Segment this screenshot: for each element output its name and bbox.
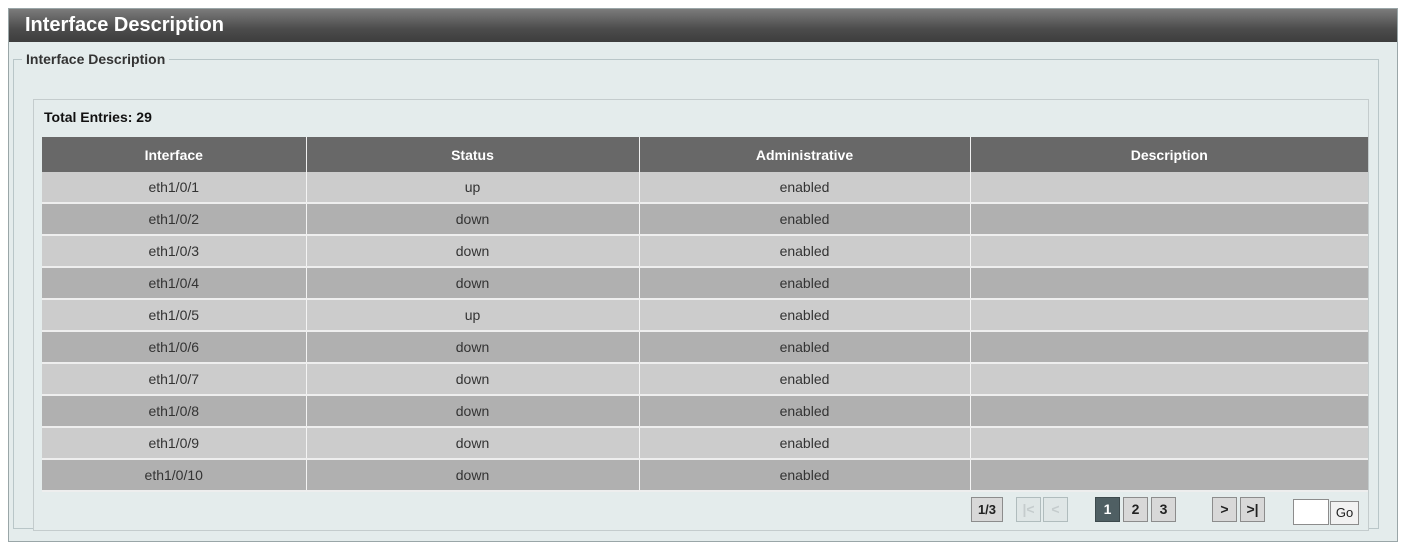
table-row: eth1/0/1 up enabled (42, 172, 1368, 204)
cell-interface: eth1/0/3 (42, 235, 307, 268)
table-row: eth1/0/9 down enabled (42, 427, 1368, 460)
cell-status: down (306, 331, 640, 364)
cell-interface: eth1/0/9 (42, 427, 307, 460)
cell-description (970, 235, 1368, 268)
table-row: eth1/0/10 down enabled (42, 459, 1368, 492)
total-entries: Total Entries: 29 (44, 109, 152, 125)
cell-interface: eth1/0/1 (42, 172, 307, 204)
cell-description (970, 395, 1368, 428)
table-row: eth1/0/3 down enabled (42, 235, 1368, 268)
cell-status: down (306, 363, 640, 396)
cell-description (970, 203, 1368, 236)
go-page-input[interactable] (1293, 499, 1329, 525)
table-row: eth1/0/5 up enabled (42, 299, 1368, 332)
cell-status: down (306, 235, 640, 268)
page-2-button[interactable]: 2 (1123, 497, 1148, 522)
table-row: eth1/0/8 down enabled (42, 395, 1368, 428)
cell-interface: eth1/0/2 (42, 203, 307, 236)
cell-interface: eth1/0/8 (42, 395, 307, 428)
first-page-button[interactable]: |< (1016, 497, 1041, 522)
page-indicator: 1/3 (971, 497, 1003, 522)
next-page-button[interactable]: > (1212, 497, 1237, 522)
cell-administrative: enabled (639, 203, 971, 236)
cell-status: down (306, 203, 640, 236)
table-row: eth1/0/6 down enabled (42, 331, 1368, 364)
cell-description (970, 363, 1368, 396)
cell-description (970, 331, 1368, 364)
column-header-description: Description (970, 137, 1368, 172)
column-header-status: Status (306, 137, 640, 172)
cell-interface: eth1/0/5 (42, 299, 307, 332)
table-row: eth1/0/7 down enabled (42, 363, 1368, 396)
cell-status: down (306, 427, 640, 460)
page-title: Interface Description (9, 9, 1397, 42)
cell-description (970, 299, 1368, 332)
page-1-button[interactable]: 1 (1095, 497, 1120, 522)
last-page-button[interactable]: >| (1240, 497, 1265, 522)
cell-administrative: enabled (639, 363, 971, 396)
cell-administrative: enabled (639, 331, 971, 364)
cell-administrative: enabled (639, 395, 971, 428)
cell-interface: eth1/0/4 (42, 267, 307, 300)
cell-status: up (306, 299, 640, 332)
table-row: eth1/0/4 down enabled (42, 267, 1368, 300)
cell-administrative: enabled (639, 299, 971, 332)
go-button[interactable]: Go (1330, 501, 1359, 525)
cell-administrative: enabled (639, 235, 971, 268)
table-row: eth1/0/2 down enabled (42, 203, 1368, 236)
cell-status: down (306, 459, 640, 492)
cell-interface: eth1/0/6 (42, 331, 307, 364)
interface-table: Interface Status Administrative Descript… (42, 137, 1368, 492)
cell-administrative: enabled (639, 267, 971, 300)
table-header-row: Interface Status Administrative Descript… (42, 137, 1368, 172)
cell-description (970, 427, 1368, 460)
cell-description (970, 267, 1368, 300)
cell-administrative: enabled (639, 427, 971, 460)
cell-status: down (306, 267, 640, 300)
cell-interface: eth1/0/10 (42, 459, 307, 492)
cell-status: down (306, 395, 640, 428)
column-header-administrative: Administrative (639, 137, 971, 172)
page-3-button[interactable]: 3 (1151, 497, 1176, 522)
cell-status: up (306, 172, 640, 204)
column-header-interface: Interface (42, 137, 307, 172)
cell-administrative: enabled (639, 172, 971, 204)
prev-page-button[interactable]: < (1043, 497, 1068, 522)
group-legend: Interface Description (26, 51, 166, 67)
cell-interface: eth1/0/7 (42, 363, 307, 396)
cell-description (970, 172, 1368, 204)
cell-administrative: enabled (639, 459, 971, 492)
cell-description (970, 459, 1368, 492)
